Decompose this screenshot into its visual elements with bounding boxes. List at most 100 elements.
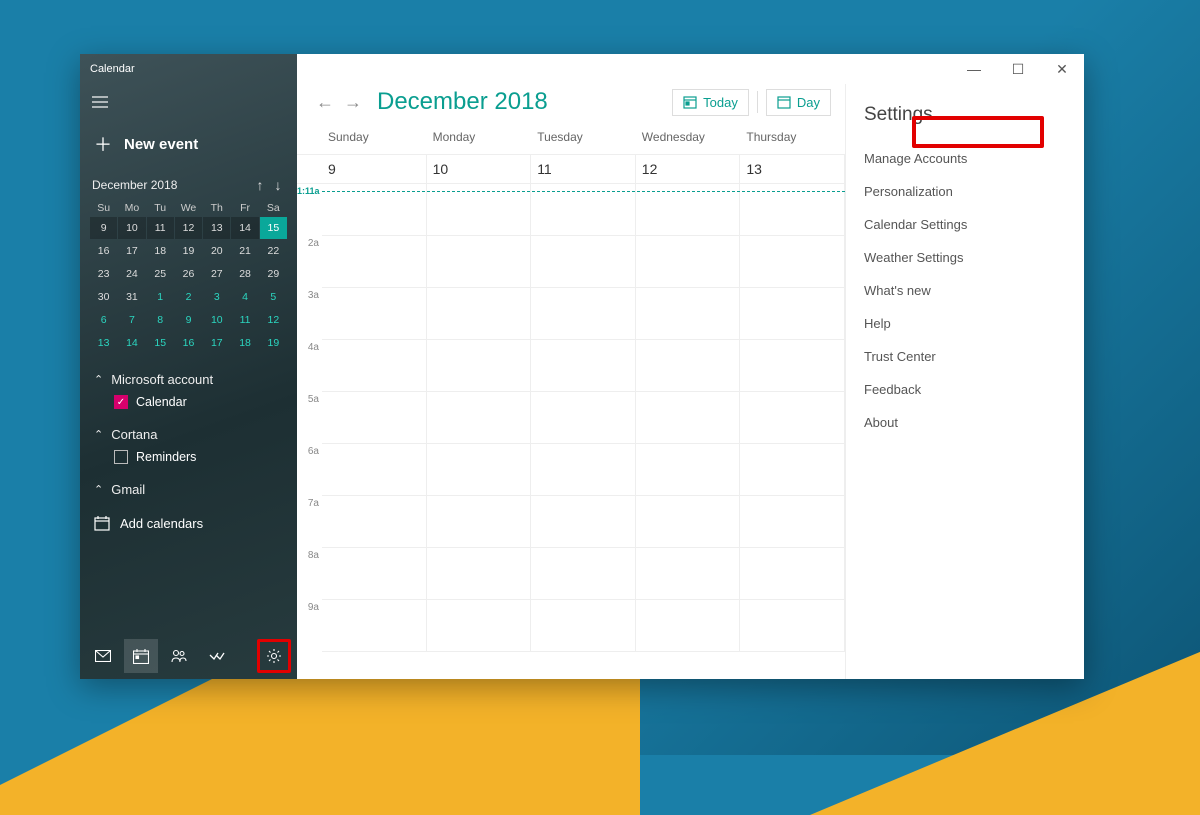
settings-item-trust-center[interactable]: Trust Center (864, 340, 1066, 373)
grid-cell[interactable] (740, 236, 845, 288)
mini-day-cell[interactable]: 12 (260, 309, 287, 331)
mini-day-cell[interactable]: 5 (260, 286, 287, 308)
settings-item-feedback[interactable]: Feedback (864, 373, 1066, 406)
grid-cell[interactable] (531, 392, 636, 444)
today-button[interactable]: Today (672, 89, 749, 116)
mini-day-cell[interactable]: 15 (260, 217, 287, 239)
grid-cell[interactable] (322, 600, 427, 652)
prev-week-button[interactable]: ← (311, 88, 339, 116)
grid-cell[interactable] (322, 288, 427, 340)
grid-cell[interactable] (636, 340, 741, 392)
grid-cell[interactable] (740, 392, 845, 444)
mini-day-cell[interactable]: 25 (147, 263, 174, 285)
mini-day-cell[interactable]: 14 (118, 332, 145, 354)
mini-day-cell[interactable]: 7 (118, 309, 145, 331)
grid-cell[interactable] (740, 548, 845, 600)
grid-cell[interactable] (740, 444, 845, 496)
mini-day-cell[interactable]: 26 (175, 263, 202, 285)
mini-day-cell[interactable]: 20 (203, 240, 230, 262)
mini-day-cell[interactable]: 27 (203, 263, 230, 285)
grid-cell[interactable] (322, 548, 427, 600)
date-label[interactable]: 11 (531, 155, 636, 183)
mini-next-month[interactable]: ↓ (269, 177, 287, 193)
mini-day-cell[interactable]: 28 (231, 263, 258, 285)
grid-cell[interactable] (636, 236, 741, 288)
mini-day-cell[interactable]: 10 (203, 309, 230, 331)
settings-item-calendar-settings[interactable]: Calendar Settings (864, 208, 1066, 241)
close-button[interactable]: ✕ (1040, 54, 1084, 84)
mini-day-cell[interactable]: 31 (118, 286, 145, 308)
grid-cell[interactable] (427, 444, 532, 496)
date-label[interactable]: 9 (322, 155, 427, 183)
settings-item-what-s-new[interactable]: What's new (864, 274, 1066, 307)
mini-day-cell[interactable]: 14 (231, 217, 258, 239)
grid-cell[interactable] (636, 392, 741, 444)
grid-cell[interactable] (427, 288, 532, 340)
calendar-checkbox-item[interactable]: Reminders (94, 442, 283, 466)
calendar-icon[interactable] (124, 639, 158, 673)
grid-cell[interactable] (322, 496, 427, 548)
calendar-checkbox-item[interactable]: ✓Calendar (94, 387, 283, 411)
grid-cell[interactable] (531, 288, 636, 340)
grid-cell[interactable] (322, 340, 427, 392)
mini-day-cell[interactable]: 4 (231, 286, 258, 308)
day-grid[interactable]: 1:11a 2a3a4a5a6a7a8a9a (297, 183, 845, 679)
mini-day-cell[interactable]: 8 (147, 309, 174, 331)
mini-day-cell[interactable]: 13 (90, 332, 117, 354)
grid-cell[interactable] (531, 340, 636, 392)
mini-day-cell[interactable]: 17 (118, 240, 145, 262)
settings-item-about[interactable]: About (864, 406, 1066, 439)
mini-day-cell[interactable]: 10 (118, 217, 145, 239)
grid-cell[interactable] (427, 548, 532, 600)
settings-item-manage-accounts[interactable]: Manage Accounts (864, 142, 1066, 175)
grid-cell[interactable] (322, 236, 427, 288)
grid-cell[interactable] (531, 548, 636, 600)
account-section-header[interactable]: ⌃Cortana (94, 427, 283, 442)
mini-day-cell[interactable]: 13 (203, 217, 230, 239)
grid-cell[interactable] (740, 600, 845, 652)
mini-prev-month[interactable]: ↑ (251, 177, 269, 193)
mini-day-cell[interactable]: 23 (90, 263, 117, 285)
mini-day-cell[interactable]: 21 (231, 240, 258, 262)
grid-cell[interactable] (636, 444, 741, 496)
grid-cell[interactable] (427, 496, 532, 548)
mini-month-label[interactable]: December 2018 (92, 178, 251, 192)
mini-day-cell[interactable]: 17 (203, 332, 230, 354)
add-calendars-button[interactable]: Add calendars (80, 505, 297, 539)
mini-day-cell[interactable]: 19 (260, 332, 287, 354)
grid-cell[interactable] (636, 288, 741, 340)
grid-cell[interactable] (636, 600, 741, 652)
grid-cell[interactable] (427, 340, 532, 392)
hamburger-menu[interactable] (80, 84, 297, 119)
account-section-header[interactable]: ⌃Microsoft account (94, 372, 283, 387)
mini-day-cell[interactable]: 29 (260, 263, 287, 285)
grid-cell[interactable] (427, 600, 532, 652)
mini-day-cell[interactable]: 30 (90, 286, 117, 308)
next-week-button[interactable]: → (339, 88, 367, 116)
grid-cell[interactable] (427, 392, 532, 444)
maximize-button[interactable]: ☐ (996, 54, 1040, 84)
settings-item-help[interactable]: Help (864, 307, 1066, 340)
grid-cell[interactable] (740, 288, 845, 340)
grid-cell[interactable] (531, 444, 636, 496)
view-day-button[interactable]: Day (766, 89, 831, 116)
date-label[interactable]: 12 (636, 155, 741, 183)
account-section-header[interactable]: ⌃Gmail (94, 482, 283, 497)
settings-item-weather-settings[interactable]: Weather Settings (864, 241, 1066, 274)
mini-day-cell[interactable]: 24 (118, 263, 145, 285)
settings-gear-icon[interactable] (257, 639, 291, 673)
minimize-button[interactable]: — (952, 54, 996, 84)
mini-day-cell[interactable]: 12 (175, 217, 202, 239)
mini-day-cell[interactable]: 15 (147, 332, 174, 354)
mail-icon[interactable] (86, 639, 120, 673)
mini-day-cell[interactable]: 1 (147, 286, 174, 308)
grid-cell[interactable] (322, 392, 427, 444)
new-event-button[interactable]: ＋ New event (80, 119, 297, 169)
grid-cell[interactable] (322, 444, 427, 496)
mini-day-cell[interactable]: 3 (203, 286, 230, 308)
grid-cell[interactable] (427, 236, 532, 288)
date-label[interactable]: 10 (427, 155, 532, 183)
settings-item-personalization[interactable]: Personalization (864, 175, 1066, 208)
mini-day-cell[interactable]: 9 (175, 309, 202, 331)
people-icon[interactable] (162, 639, 196, 673)
